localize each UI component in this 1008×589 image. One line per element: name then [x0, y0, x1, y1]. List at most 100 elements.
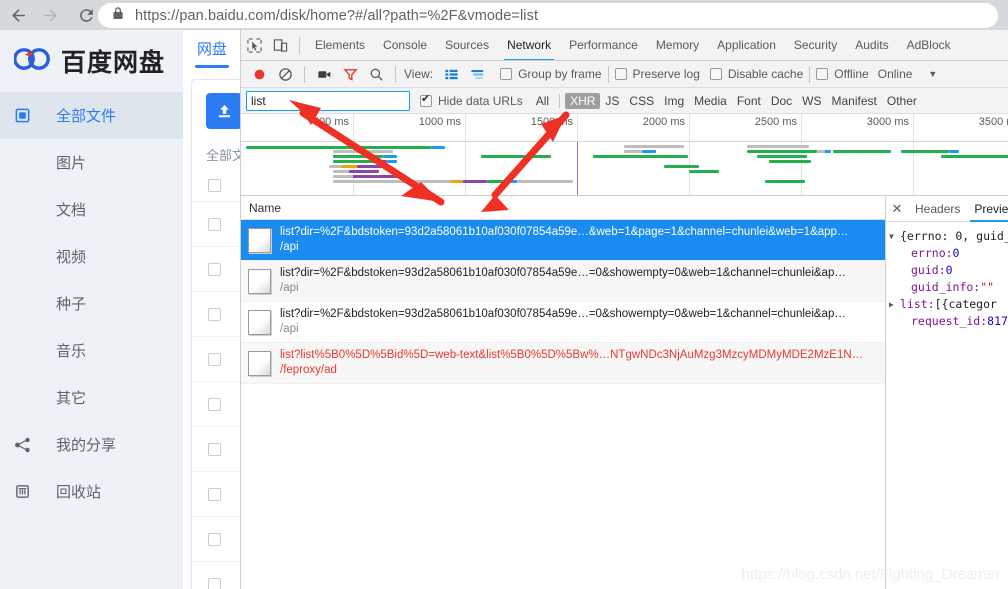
filter-type-img[interactable]: Img [659, 93, 689, 109]
select-all-checkbox[interactable] [208, 179, 221, 192]
record-stop-icon[interactable] [246, 61, 272, 87]
search-icon[interactable] [363, 61, 389, 87]
timeline-band [949, 150, 959, 153]
devtools-tab-audits[interactable]: Audits [846, 30, 897, 60]
devtools-tab-application[interactable]: Application [708, 30, 785, 60]
devtools-tab-network[interactable]: Network [498, 30, 560, 60]
network-filter-input[interactable] [246, 90, 410, 111]
preserve-log-checkbox[interactable] [614, 68, 627, 80]
timeline-band [481, 155, 551, 158]
filter-type-font[interactable]: Font [732, 93, 766, 109]
timeline-band [246, 146, 431, 149]
file-row-checkbox[interactable] [208, 262, 221, 276]
sidebar-item-my-shares[interactable]: 我的分享 [0, 421, 183, 468]
file-row-checkbox[interactable] [208, 352, 221, 366]
throttling-value[interactable]: Online [878, 67, 913, 81]
devtools-tab-console[interactable]: Console [374, 30, 436, 60]
file-row-checkbox[interactable] [208, 442, 221, 456]
timeline-band [341, 165, 357, 168]
timeline-band [333, 155, 383, 158]
sidebar-item-pictures[interactable]: 图片 [0, 139, 183, 186]
filter-type-doc[interactable]: Doc [766, 93, 797, 109]
network-request-row[interactable]: list?dir=%2F&bdstoken=93d2a58061b10af030… [241, 220, 885, 261]
hide-data-urls-control[interactable]: Hide data URLs [420, 93, 523, 108]
disclosure-open-icon[interactable]: ▼ [889, 228, 900, 245]
file-row-checkbox[interactable] [208, 577, 221, 589]
filter-type-media[interactable]: Media [689, 93, 732, 109]
devtools-tab-memory[interactable]: Memory [647, 30, 708, 60]
filter-type-ws[interactable]: WS [797, 93, 826, 109]
disclosure-closed-icon[interactable]: ▶ [889, 296, 900, 313]
address-bar[interactable]: https://pan.baidu.com/disk/home?#/all?pa… [98, 3, 998, 28]
offline-checkbox[interactable] [816, 68, 829, 80]
file-row-checkbox[interactable] [208, 532, 221, 546]
json-key: list: [900, 297, 935, 311]
filter-type-manifest[interactable]: Manifest [827, 93, 882, 109]
file-row-checkbox[interactable] [208, 487, 221, 501]
hide-data-urls-checkbox[interactable] [420, 93, 432, 107]
tab-preview[interactable]: Preview [967, 197, 1008, 222]
preserve-log-control[interactable]: Preserve log [614, 67, 700, 81]
file-row-checkbox[interactable] [208, 217, 221, 231]
chevron-down-icon[interactable]: ▼ [928, 69, 937, 79]
timeline-band [817, 150, 825, 153]
sidebar-label: 我的分享 [56, 437, 117, 454]
toolbar-divider [395, 65, 396, 83]
network-request-row[interactable]: list?list%5B0%5D%5Bid%5D=web-text&list%5… [241, 343, 885, 384]
arrow-left-icon [11, 8, 25, 22]
devtools-tab-adblock[interactable]: AdBlock [898, 30, 960, 60]
network-request-row[interactable]: list?dir=%2F&bdstoken=93d2a58061b10af030… [241, 261, 885, 302]
group-by-frame-checkbox[interactable] [500, 68, 513, 80]
close-icon[interactable]: ✕ [886, 201, 908, 217]
request-name-block: list?dir=%2F&bdstoken=93d2a58061b10af030… [280, 307, 846, 337]
sidebar-item-recycle-bin[interactable]: 回收站 [0, 468, 183, 515]
devtools-tab-elements[interactable]: Elements [306, 30, 374, 60]
forward-button[interactable] [36, 1, 64, 29]
sidebar-item-all-files[interactable]: 全部文件 [0, 92, 183, 139]
tab-headers[interactable]: Headers [908, 197, 967, 222]
view-waterfall-icon[interactable] [464, 61, 490, 87]
device-toolbar-icon[interactable] [267, 32, 293, 58]
timeline-band [624, 150, 642, 153]
group-by-frame-control[interactable]: Group by frame [500, 67, 602, 81]
timeline-band [353, 175, 398, 178]
sidebar-label: 图片 [56, 155, 87, 172]
tab-wangpan-label: 网盘 [197, 41, 228, 58]
offline-control[interactable]: Offline [816, 67, 869, 81]
clear-icon[interactable] [272, 61, 298, 87]
reload-button[interactable] [72, 1, 100, 29]
pan-logo[interactable]: 百度网盘 [0, 30, 183, 92]
inspect-cursor-icon[interactable] [241, 32, 267, 58]
timeline-band [901, 150, 949, 153]
sidebar-item-others[interactable]: 其它 [0, 374, 183, 421]
sidebar-item-videos[interactable]: 视频 [0, 233, 183, 280]
screenshot-camera-icon[interactable] [311, 61, 337, 87]
filter-type-other[interactable]: Other [882, 93, 922, 109]
filter-type-all[interactable]: All [531, 93, 554, 109]
json-value: 0 [945, 263, 953, 277]
devtools-tab-security[interactable]: Security [785, 30, 846, 60]
filter-type-xhr[interactable]: XHR [565, 92, 601, 109]
sidebar-item-documents[interactable]: 文档 [0, 186, 183, 233]
filter-divider [559, 93, 561, 108]
devtools-tab-sources[interactable]: Sources [436, 30, 498, 60]
tab-wangpan[interactable]: 网盘 [195, 30, 230, 68]
sidebar-item-torrents[interactable]: 种子 [0, 280, 183, 327]
arrow-right-icon [43, 8, 57, 22]
disable-cache-control[interactable]: Disable cache [709, 67, 803, 81]
network-request-row[interactable]: list?dir=%2F&bdstoken=93d2a58061b10af030… [241, 302, 885, 343]
view-list-icon[interactable] [438, 61, 464, 87]
disable-cache-checkbox[interactable] [709, 68, 722, 80]
upload-button[interactable] [206, 93, 242, 129]
sidebar-label: 全部文件 [56, 108, 117, 125]
sidebar-item-music[interactable]: 音乐 [0, 327, 183, 374]
devtools-tab-performance[interactable]: Performance [560, 30, 647, 60]
filter-funnel-icon[interactable] [337, 61, 363, 87]
network-overview-timeline[interactable]: 500 ms 1000 ms 1500 ms 2000 ms 2500 ms 3000 m… [241, 114, 1008, 196]
file-row-checkbox[interactable] [208, 397, 221, 411]
file-row-checkbox[interactable] [208, 307, 221, 321]
timeline-band [941, 155, 1008, 158]
filter-type-js[interactable]: JS [600, 93, 624, 109]
back-button[interactable] [4, 1, 32, 29]
filter-type-css[interactable]: CSS [624, 93, 659, 109]
